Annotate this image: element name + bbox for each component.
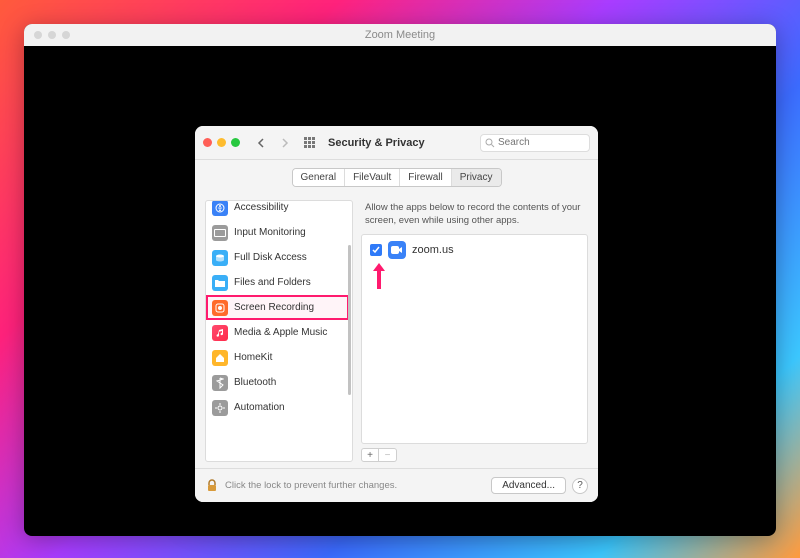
- tabs-row: General FileVault Firewall Privacy: [195, 160, 598, 194]
- sidebar-item-homekit[interactable]: HomeKit: [206, 345, 349, 370]
- sidebar-item-screen-recording[interactable]: Screen Recording: [206, 295, 349, 320]
- checkbox-checked[interactable]: [370, 244, 382, 256]
- add-remove-controls: + −: [361, 448, 588, 462]
- folder-icon: [212, 275, 228, 291]
- zoom-window-title: Zoom Meeting: [24, 29, 776, 41]
- tab-privacy[interactable]: Privacy: [452, 169, 501, 186]
- app-list: zoom.us: [361, 234, 588, 444]
- gear-icon: [212, 400, 228, 416]
- advanced-button[interactable]: Advanced...: [491, 477, 566, 494]
- sidebar-item-files-and-folders[interactable]: Files and Folders: [206, 270, 349, 295]
- annotation-arrow-icon: [371, 261, 387, 294]
- sidebar-item-label: Accessibility: [234, 202, 288, 213]
- sidebar-item-label: Media & Apple Music: [234, 327, 327, 338]
- preferences-footer: Click the lock to prevent further change…: [195, 468, 598, 502]
- lock-icon[interactable]: [205, 479, 219, 493]
- sidebar-item-label: Input Monitoring: [234, 227, 306, 238]
- sidebar-item-accessibility[interactable]: Accessibility: [206, 200, 349, 220]
- remove-button[interactable]: −: [379, 448, 397, 462]
- chevron-left-icon: [257, 138, 265, 148]
- sidebar-item-input-monitoring[interactable]: Input Monitoring: [206, 220, 349, 245]
- sidebar-item-label: Screen Recording: [234, 302, 314, 313]
- back-button[interactable]: [252, 134, 270, 152]
- check-icon: [372, 246, 380, 254]
- sidebar-scrollbar[interactable]: [348, 245, 351, 395]
- sidebar-item-bluetooth[interactable]: Bluetooth: [206, 370, 349, 395]
- privacy-sidebar[interactable]: Accessibility Input Monitoring Full Disk…: [205, 200, 353, 462]
- keyboard-icon: [212, 225, 228, 241]
- zoom-titlebar: Zoom Meeting: [24, 24, 776, 46]
- app-name: zoom.us: [412, 244, 454, 256]
- search-input[interactable]: [498, 137, 585, 148]
- pref-traffic-lights[interactable]: [203, 138, 240, 147]
- tab-filevault[interactable]: FileVault: [345, 169, 400, 186]
- sidebar-item-automation[interactable]: Automation: [206, 395, 349, 420]
- minimize-icon[interactable]: [217, 138, 226, 147]
- pane-title: Security & Privacy: [328, 137, 425, 149]
- forward-button[interactable]: [276, 134, 294, 152]
- tab-firewall[interactable]: Firewall: [400, 169, 451, 186]
- sidebar-item-label: Full Disk Access: [234, 252, 307, 263]
- sidebar-item-label: Automation: [234, 402, 285, 413]
- show-all-button[interactable]: [300, 134, 318, 152]
- detail-pane: Allow the apps below to record the conte…: [361, 200, 588, 462]
- system-preferences-window: Security & Privacy General FileVault Fir…: [195, 126, 598, 502]
- close-icon[interactable]: [203, 138, 212, 147]
- tab-group: General FileVault Firewall Privacy: [292, 168, 502, 187]
- fullscreen-icon[interactable]: [231, 138, 240, 147]
- tab-general[interactable]: General: [293, 169, 346, 186]
- screen-recording-icon: [212, 300, 228, 316]
- home-icon: [212, 350, 228, 366]
- preferences-toolbar: Security & Privacy: [195, 126, 598, 160]
- list-item[interactable]: zoom.us: [362, 235, 587, 265]
- search-icon: [485, 138, 495, 148]
- bluetooth-icon: [212, 375, 228, 391]
- sidebar-item-label: HomeKit: [234, 352, 272, 363]
- help-button[interactable]: ?: [572, 478, 588, 494]
- disk-icon: [212, 250, 228, 266]
- search-field[interactable]: [480, 134, 590, 152]
- sidebar-item-full-disk-access[interactable]: Full Disk Access: [206, 245, 349, 270]
- add-button[interactable]: +: [361, 448, 379, 462]
- chevron-right-icon: [281, 138, 289, 148]
- lock-description: Click the lock to prevent further change…: [225, 480, 397, 491]
- detail-description: Allow the apps below to record the conte…: [361, 200, 588, 234]
- sidebar-item-label: Bluetooth: [234, 377, 276, 388]
- preferences-body: Accessibility Input Monitoring Full Disk…: [195, 194, 598, 468]
- zoom-app-icon: [388, 241, 406, 259]
- accessibility-icon: [212, 200, 228, 216]
- camera-icon: [391, 245, 403, 255]
- sidebar-item-label: Files and Folders: [234, 277, 311, 288]
- sidebar-item-media-apple-music[interactable]: Media & Apple Music: [206, 320, 349, 345]
- music-icon: [212, 325, 228, 341]
